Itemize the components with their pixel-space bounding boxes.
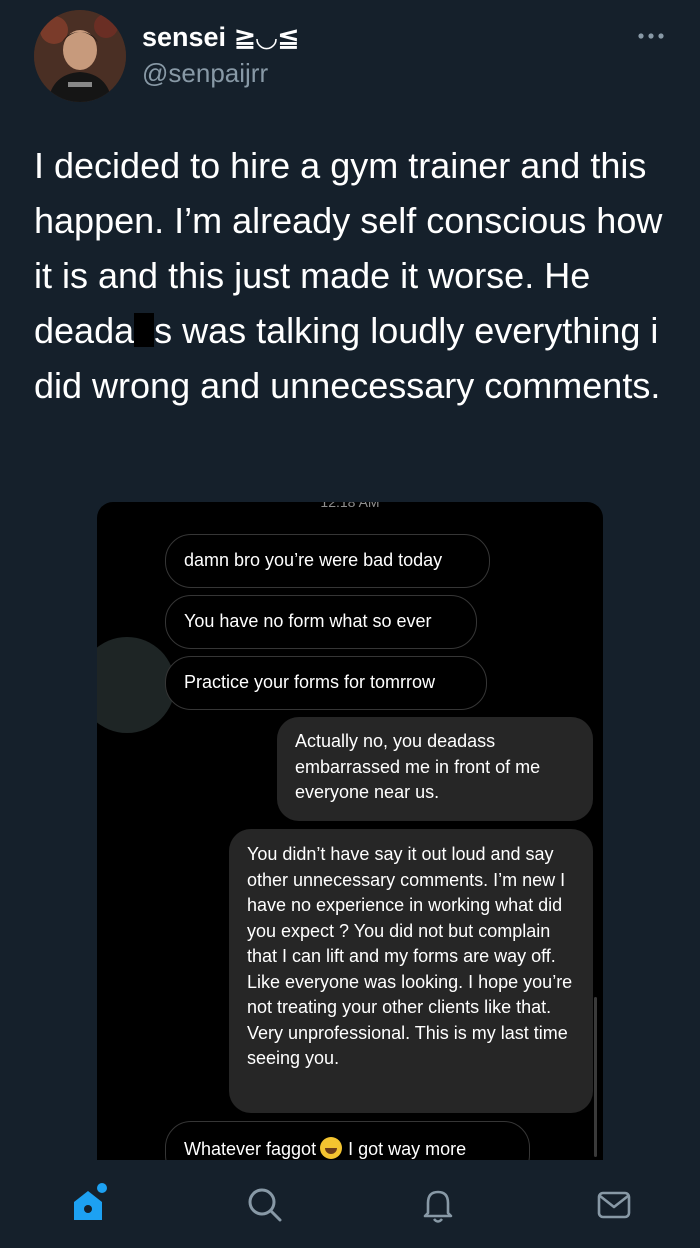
notifications-icon[interactable]	[416, 1182, 460, 1226]
home-icon[interactable]	[66, 1182, 110, 1226]
user-handle[interactable]: @senpaijrr	[142, 58, 268, 89]
display-name[interactable]: sensei ≧◡≦	[142, 22, 300, 53]
redaction-block	[134, 313, 155, 347]
more-options-icon[interactable]	[636, 26, 666, 46]
tweet-text: I decided to hire a gym trainer and this…	[34, 138, 674, 413]
message-text: I got way more	[348, 1139, 467, 1159]
search-icon[interactable]	[242, 1182, 286, 1226]
received-message-bubble: damn bro you’re were bad today	[165, 534, 490, 588]
sent-message-bubble: You didn’t have say it out loud and say …	[229, 829, 593, 1113]
attached-image[interactable]: 12:18 AM damn bro you’re were bad today …	[97, 502, 603, 1160]
received-message-bubble: Practice your forms for tomrrow	[165, 656, 487, 710]
received-message-bubble: You have no form what so ever	[165, 595, 477, 649]
user-avatar[interactable]	[34, 10, 126, 102]
bottom-tab-bar	[0, 1160, 700, 1248]
laughing-emoji-icon	[320, 1137, 343, 1159]
scrollbar	[594, 997, 597, 1157]
received-message-bubble: Whatever faggot I got way more	[165, 1121, 530, 1160]
message-timestamp: 12:18 AM	[320, 502, 380, 510]
sender-avatar	[97, 637, 175, 733]
messages-icon[interactable]	[592, 1182, 636, 1226]
message-text: Whatever faggot	[184, 1139, 317, 1159]
sent-message-bubble: Actually no, you deadass embarrassed me …	[277, 717, 593, 821]
